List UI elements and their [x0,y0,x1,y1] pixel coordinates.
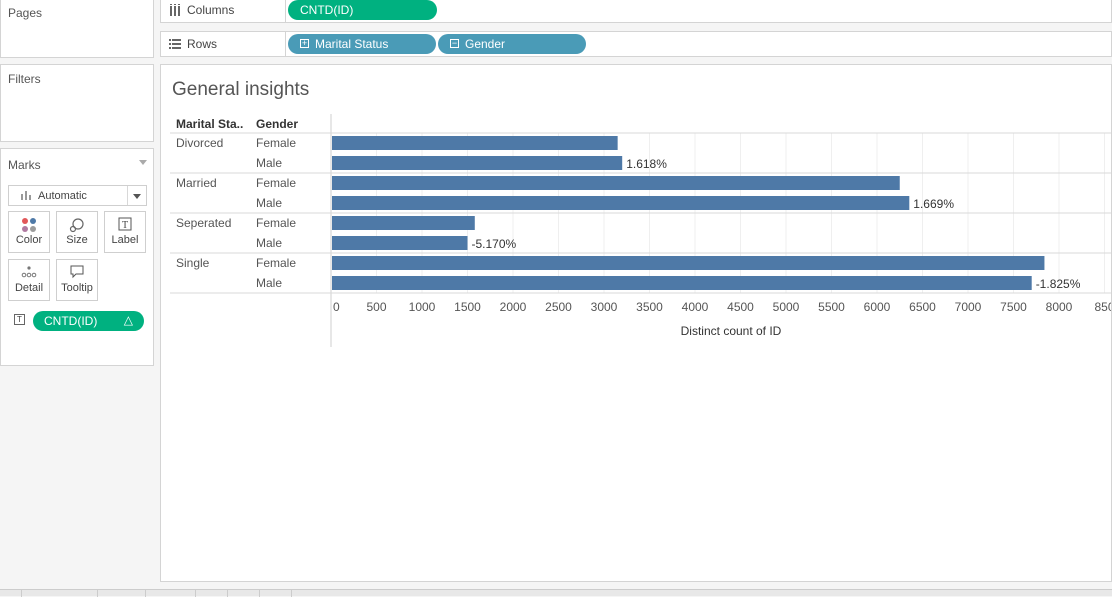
tooltip-label: Tooltip [61,282,93,294]
columns-label: Columns [187,3,235,17]
gender-label: Male [256,196,282,210]
x-tick-label: 3000 [591,300,618,314]
mark-type-dropdown[interactable]: Automatic [8,185,147,206]
data-label: 1.669% [913,197,954,211]
gender-label: Male [256,236,282,250]
group-label: Single [176,256,210,270]
x-tick-label: 2000 [500,300,527,314]
columns-cntd-pill[interactable]: CNTD(ID) [288,0,437,20]
x-tick-label: 1000 [409,300,436,314]
data-label: 1.618% [626,157,667,171]
x-tick-label: 5500 [818,300,845,314]
color-button[interactable]: Color [8,211,50,253]
rows-shelf[interactable]: Rows + Marital Status − Gender [160,31,1112,57]
group-label: Married [176,176,217,190]
gender-label: Male [256,156,282,170]
svg-text:T: T [122,220,128,231]
color-icon [9,217,49,234]
detail-button[interactable]: Detail [8,259,50,301]
group-label: Divorced [176,136,223,150]
bar [332,156,623,170]
x-tick-label: 8000 [1046,300,1073,314]
x-tick-label: 6000 [864,300,891,314]
detail-label: Detail [14,282,44,294]
label-button[interactable]: T Label [104,211,146,253]
chevron-down-icon [133,194,141,199]
x-axis-title: Distinct count of ID [681,324,782,338]
row-header-marital-status: Marital Sta.. [176,117,243,131]
gender-label: Female [256,256,296,270]
bar [332,276,1032,290]
gender-label: Female [256,136,296,150]
size-button[interactable]: Size [56,211,98,253]
bar [332,196,910,210]
columns-pill-label: CNTD(ID) [300,3,354,17]
columns-shelf[interactable]: Columns CNTD(ID) [160,0,1112,23]
bar [332,136,618,150]
marks-pill-label: CNTD(ID) [44,314,98,328]
x-tick-label: 1500 [454,300,481,314]
filters-card[interactable]: Filters [0,64,154,142]
label-label: Label [111,234,139,246]
gender-pill[interactable]: − Gender [438,34,586,54]
x-tick-label: 7000 [955,300,982,314]
rows-shelf-label: Rows [161,32,286,56]
marks-card: Marks Automatic Color Size T Label Detai… [0,148,154,366]
worksheet: General insights Marital Sta.. Gender Divo… [160,64,1112,582]
x-tick-label: 500 [366,300,386,314]
collapse-icon[interactable]: − [450,39,459,48]
gender-label: Female [256,176,296,190]
sheet-tabs-bar [0,589,1112,597]
marks-title: Marks [8,158,41,172]
rows-label: Rows [187,37,218,51]
delta-icon: △ [123,313,133,327]
text-label-icon: T [105,217,145,234]
bar [332,256,1045,270]
gender-label: Female [256,216,296,230]
mark-type-label: Automatic [38,190,87,202]
x-tick-label: 3500 [636,300,663,314]
x-tick-label: 6500 [909,300,936,314]
filters-title: Filters [8,72,41,86]
columns-shelf-label: Columns [161,0,286,22]
pages-card[interactable]: Pages [0,0,154,58]
gender-pill-label: Gender [465,37,506,51]
row-header-gender: Gender [256,117,298,131]
bar [332,236,468,250]
left-panel: Pages Filters Marks Automatic Color Size [0,0,154,596]
color-label: Color [15,234,43,246]
pages-title: Pages [8,6,43,20]
marital-status-pill-label: Marital Status [315,37,389,51]
group-label: Seperated [176,216,231,230]
bar [332,216,475,230]
tooltip-button[interactable]: Tooltip [56,259,98,301]
x-tick-label: 4500 [727,300,754,314]
marks-menu-icon[interactable] [139,160,147,165]
marital-status-pill[interactable]: + Marital Status [288,34,436,54]
columns-icon [169,3,181,21]
bar-chart-icon [21,190,32,203]
detail-icon [9,265,49,282]
x-tick-label: 0 [333,300,340,314]
tooltip-icon [57,265,97,282]
data-label: -1.825% [1036,277,1081,291]
dropdown-divider [127,186,128,205]
label-mark-icon: T [14,314,25,325]
size-label: Size [66,234,88,246]
x-tick-label: 2500 [545,300,572,314]
rows-icon [169,37,181,55]
bar [332,176,900,190]
x-tick-label: 4000 [682,300,709,314]
x-tick-label: 850 [1094,300,1111,314]
size-icon [57,217,97,234]
gender-label: Male [256,276,282,290]
expand-icon[interactable]: + [300,39,309,48]
marks-cntd-pill[interactable]: CNTD(ID) △ [33,311,144,331]
data-label: -5.170% [472,237,517,251]
x-tick-label: 7500 [1000,300,1027,314]
bar-chart: Marital Sta.. Gender Divorced Female Male 1.6… [170,114,1111,347]
x-tick-label: 5000 [773,300,800,314]
